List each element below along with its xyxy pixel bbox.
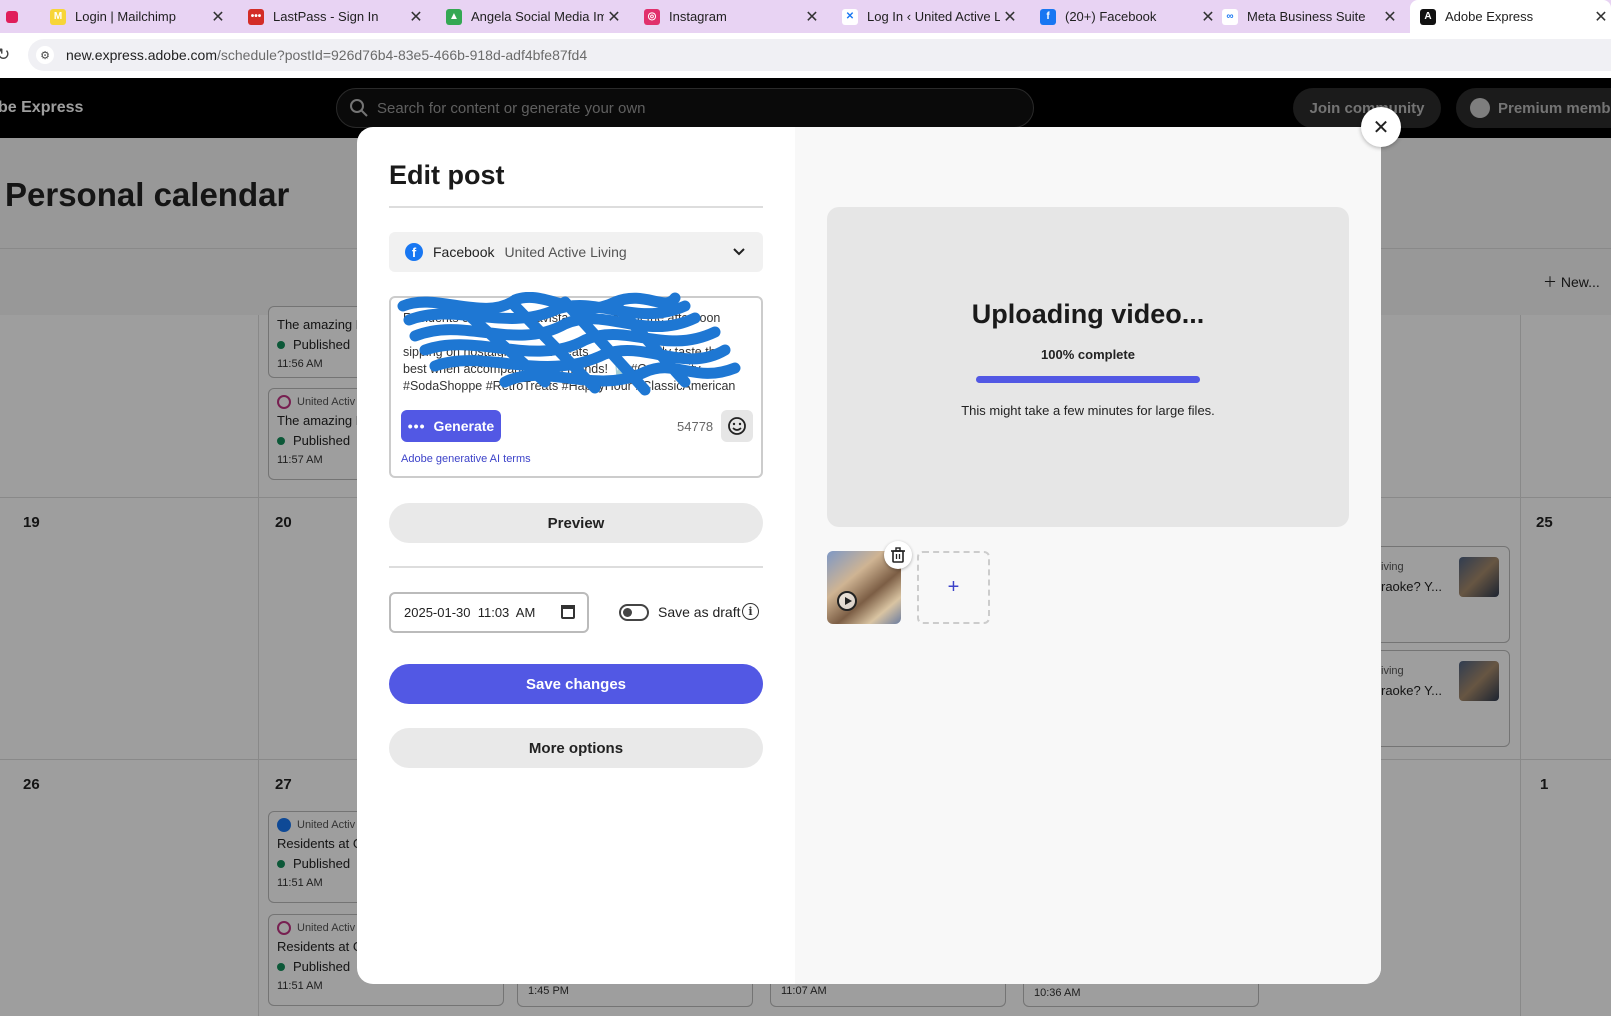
instagram-icon: ◎: [644, 8, 660, 25]
url-host: new.express.adobe.com: [66, 47, 217, 63]
generate-label: Generate: [433, 418, 495, 434]
preview-button[interactable]: Preview: [389, 503, 763, 543]
close-tab-icon[interactable]: ✕: [208, 7, 228, 27]
reload-icon[interactable]: ↻: [0, 45, 10, 65]
browser-tab[interactable]: f (20+) Facebook ✕: [1030, 0, 1218, 33]
delete-media-button[interactable]: [884, 541, 912, 569]
tab-title: Log In ‹ United Active Li: [867, 9, 1000, 24]
caption-textarea[interactable]: Residents of Lake Buenavista Village spe…: [389, 292, 763, 478]
facebook-icon: f: [1040, 8, 1056, 25]
upload-status-panel: Uploading video... 100% complete This mi…: [827, 207, 1349, 527]
browser-tab[interactable]: ▲ Angela Social Media Im ✕: [436, 0, 624, 33]
slack-icon: [6, 10, 18, 23]
close-tab-icon[interactable]: ✕: [406, 7, 426, 27]
url-field[interactable]: ⚙ new.express.adobe.com/schedule?postId=…: [28, 39, 1611, 71]
play-icon: [837, 591, 857, 611]
lastpass-icon: •••: [248, 8, 264, 25]
browser-tab[interactable]: ◎ Instagram ✕: [634, 0, 822, 33]
info-icon[interactable]: i: [742, 603, 759, 620]
address-bar: ↻ ⚙ new.express.adobe.com/schedule?postI…: [0, 33, 1611, 78]
divider: [389, 206, 763, 208]
browser-tab[interactable]: ∞ Meta Business Suite ✕: [1212, 0, 1400, 33]
close-icon: ✕: [1372, 116, 1390, 139]
meta-icon: ∞: [1222, 8, 1238, 25]
upload-title: Uploading video...: [971, 299, 1205, 329]
save-changes-button[interactable]: Save changes: [389, 664, 763, 704]
upload-note: This might take a few minutes for large …: [961, 403, 1215, 418]
upload-progress-fill: [976, 376, 1200, 383]
character-count: 54778: [677, 419, 714, 434]
tab-title: Meta Business Suite: [1247, 9, 1366, 24]
close-dialog-button[interactable]: ✕: [1361, 107, 1401, 147]
close-tab-icon[interactable]: ✕: [1591, 7, 1611, 27]
wordpress-icon: ✕: [842, 8, 858, 25]
browser-tab[interactable]: A Adobe Express ✕: [1410, 0, 1611, 33]
browser-tab[interactable]: ••• LastPass - Sign In ✕: [238, 0, 426, 33]
account-name: United Active Living: [504, 244, 627, 260]
close-tab-icon[interactable]: ✕: [1380, 7, 1400, 27]
tab-strip-icon[interactable]: [6, 0, 18, 33]
schedule-datetime-input[interactable]: 2025-01-30 11:03 AM: [389, 592, 589, 633]
url-path: /schedule?postId=926d76b4-83e5-466b-918d…: [216, 47, 588, 63]
save-as-draft-toggle[interactable]: [619, 604, 649, 621]
google-drive-icon: ▲: [446, 8, 462, 25]
smiley-icon: [728, 417, 746, 435]
close-tab-icon[interactable]: ✕: [802, 7, 822, 27]
tab-title: Adobe Express: [1445, 9, 1534, 24]
dialog-title: Edit post: [389, 160, 505, 190]
divider: [389, 566, 763, 568]
more-dots-icon: •••: [407, 418, 426, 434]
tab-title: Instagram: [669, 9, 727, 24]
chevron-down-icon: [733, 248, 745, 256]
redaction-scribble: [397, 292, 741, 396]
datetime-value: 2025-01-30 11:03 AM: [404, 605, 536, 620]
facebook-icon: f: [405, 243, 423, 261]
browser-tab[interactable]: ✕ Log In ‹ United Active Li ✕: [832, 0, 1020, 33]
adobe-express-icon: A: [1420, 8, 1436, 25]
calendar-icon[interactable]: [561, 605, 575, 619]
account-network: Facebook: [433, 244, 495, 260]
tab-title: (20+) Facebook: [1065, 9, 1157, 24]
ai-terms-link[interactable]: Adobe generative AI terms: [401, 453, 531, 465]
browser-tab[interactable]: M Login | Mailchimp ✕: [40, 0, 228, 33]
site-info-icon[interactable]: ⚙: [36, 46, 54, 64]
close-tab-icon[interactable]: ✕: [604, 7, 624, 27]
trash-icon: [891, 547, 905, 563]
account-select[interactable]: f Facebook United Active Living: [389, 232, 763, 272]
tab-title: Angela Social Media Im: [471, 9, 604, 24]
more-options-button[interactable]: More options: [389, 728, 763, 768]
upload-percent: 100% complete: [1041, 347, 1135, 362]
toggle-knob: [623, 608, 632, 617]
emoji-button[interactable]: [721, 410, 753, 442]
generate-button[interactable]: ••• Generate: [401, 410, 501, 442]
save-as-draft-label: Save as draft: [658, 604, 741, 620]
add-media-button[interactable]: +: [917, 551, 990, 624]
close-tab-icon[interactable]: ✕: [1000, 7, 1020, 27]
upload-progress-bar: [976, 376, 1200, 383]
tab-title: Login | Mailchimp: [75, 9, 176, 24]
mailchimp-icon: M: [50, 8, 66, 25]
tab-title: LastPass - Sign In: [273, 9, 379, 24]
